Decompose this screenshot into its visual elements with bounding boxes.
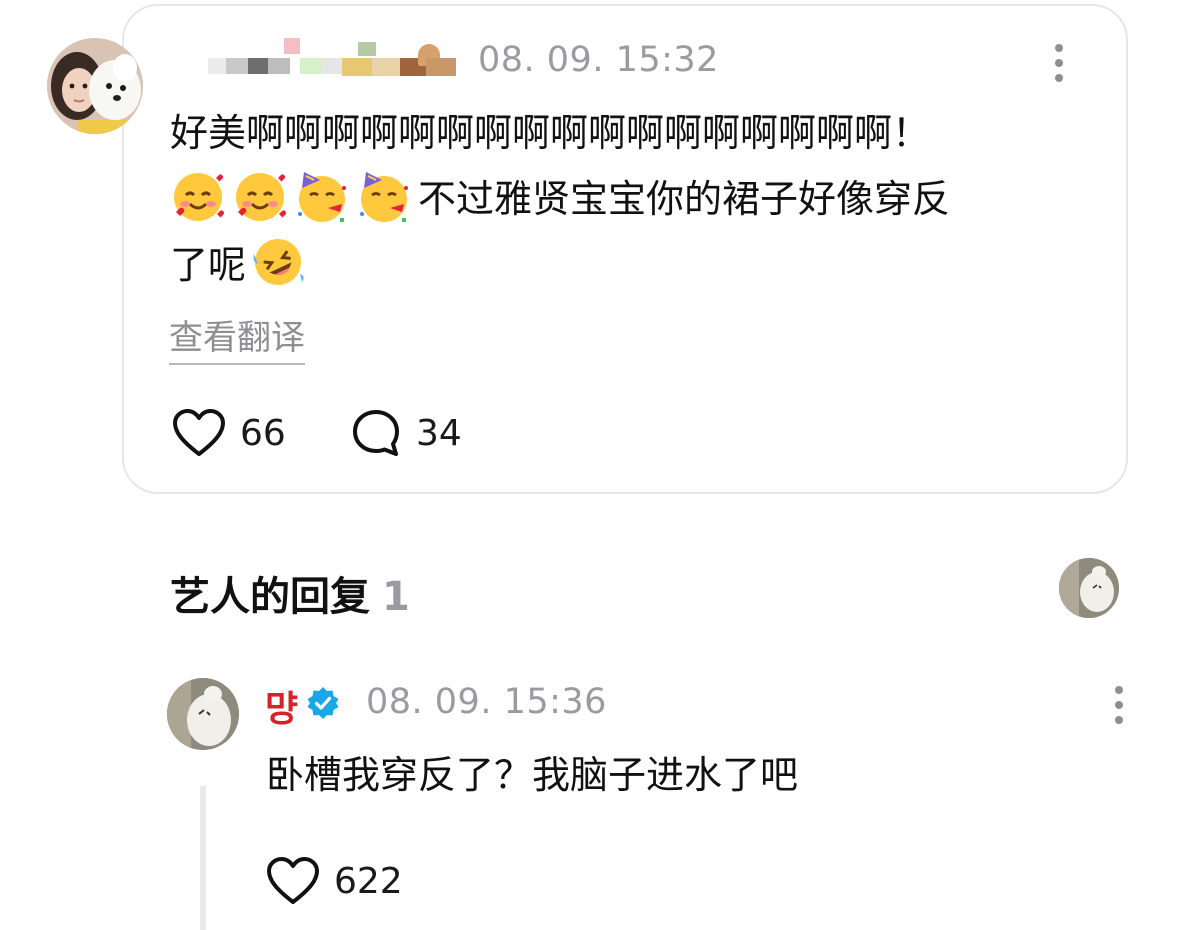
- verified-badge-icon: [307, 687, 339, 719]
- dot-icon: [1055, 44, 1063, 52]
- partying-face-icon: [356, 168, 412, 224]
- fan-comment-line-2-text: 不过雅贤宝宝你的裙子好像穿反: [418, 177, 951, 221]
- artist-replies-count: 1: [382, 574, 410, 620]
- artist-reply-like-button[interactable]: 622: [266, 856, 403, 906]
- heart-icon: [173, 409, 225, 456]
- smiling-face-with-hearts-icon: [170, 168, 226, 224]
- comment-bubble-icon: [353, 410, 399, 456]
- artist-reply-text: 卧槽我穿反了？我脑子进水了吧: [266, 753, 799, 797]
- dot-icon: [1115, 701, 1123, 709]
- fan-comment-timestamp: 08. 09. 15:32: [478, 40, 719, 80]
- fan-comment-reply-button[interactable]: 34: [350, 408, 462, 458]
- artist-replies-title: 艺人的回复: [170, 574, 370, 620]
- artist-reply-more-button[interactable]: [1112, 686, 1126, 724]
- artist-name[interactable]: 먕: [265, 680, 298, 732]
- partying-face-icon: [294, 168, 350, 224]
- fan-comment-like-count: 66: [240, 412, 286, 454]
- smiling-face-with-hearts-icon: [232, 168, 288, 224]
- dot-icon: [1055, 59, 1063, 67]
- fan-comment-line-3: 了呢: [170, 232, 1070, 298]
- artist-reply-like-count: 622: [334, 860, 403, 902]
- artist-avatar-small[interactable]: [1059, 558, 1119, 618]
- fan-comment-more-button[interactable]: [1052, 44, 1066, 82]
- fan-comment-text: 好美啊啊啊啊啊啊啊啊啊啊啊啊啊啊啊啊啊！ 不过雅贤宝宝你的裙子好像穿反 了呢: [170, 100, 1070, 298]
- fan-comment-line-1: 好美啊啊啊啊啊啊啊啊啊啊啊啊啊啊啊啊啊！: [170, 111, 931, 155]
- dot-icon: [1115, 716, 1123, 724]
- translate-link[interactable]: 查看翻译: [169, 310, 305, 365]
- fan-avatar[interactable]: [47, 38, 143, 134]
- fan-comment-like-button[interactable]: 66: [172, 408, 286, 458]
- artist-avatar[interactable]: [167, 678, 239, 750]
- artist-reply-timestamp: 08. 09. 15:36: [366, 682, 607, 722]
- heart-icon: [267, 857, 319, 904]
- fan-comment-reply-count: 34: [416, 412, 462, 454]
- artist-replies-header: 艺人的回复 1: [170, 564, 410, 622]
- fan-comment-line-3-text: 了呢: [170, 243, 247, 287]
- rolling-on-floor-laughing-icon: [250, 234, 306, 290]
- thread-line: [200, 786, 206, 930]
- dot-icon: [1115, 686, 1123, 694]
- fan-comment-line-2: 不过雅贤宝宝你的裙子好像穿反: [170, 166, 1070, 232]
- fan-username-redacted: [208, 38, 456, 80]
- dot-icon: [1055, 74, 1063, 82]
